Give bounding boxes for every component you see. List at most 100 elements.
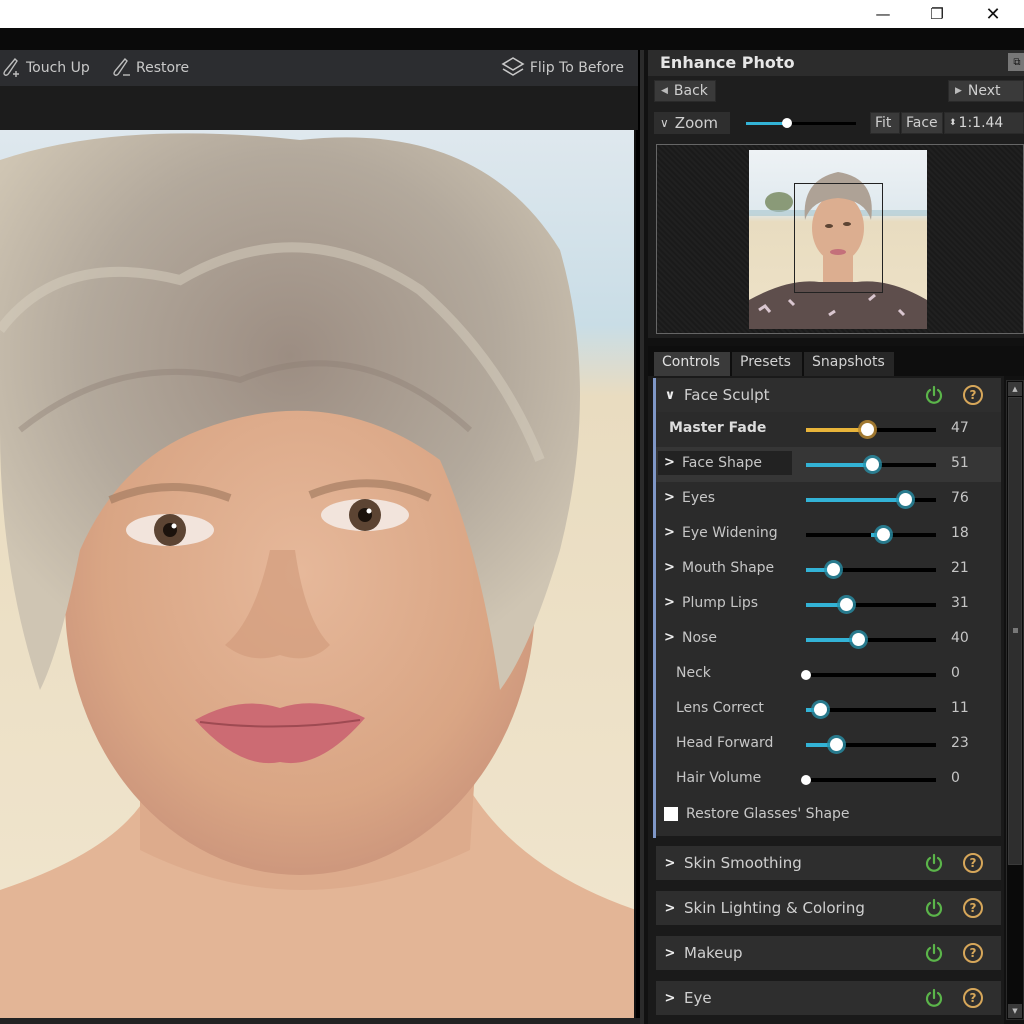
chevron-right-icon[interactable]: >: [664, 560, 675, 575]
slider-label: Mouth Shape: [682, 560, 775, 576]
slider-value: 76: [951, 490, 969, 506]
chevron-right-icon[interactable]: >: [664, 455, 675, 470]
slider[interactable]: [801, 775, 936, 785]
next-label: Next: [967, 83, 1001, 99]
slider-value: 31: [951, 595, 969, 611]
zoom-ratio-field[interactable]: ⬍ 1:1.44: [944, 112, 1024, 134]
scroll-down-button[interactable]: ▼: [1008, 1004, 1022, 1018]
section-eye[interactable]: > Eye ?: [656, 981, 1001, 1015]
section-face-sculpt[interactable]: ∨ Face Sculpt ?: [656, 378, 1001, 412]
section-title: Skin Lighting & Coloring: [684, 899, 865, 917]
slider[interactable]: [806, 738, 936, 751]
slider-knob[interactable]: [801, 775, 811, 785]
slider[interactable]: [806, 563, 936, 576]
help-icon[interactable]: ?: [963, 988, 983, 1008]
help-icon[interactable]: ?: [963, 898, 983, 918]
tab-controls[interactable]: Controls: [654, 352, 730, 376]
section-skin-lighting[interactable]: > Skin Lighting & Coloring ?: [656, 891, 1001, 925]
slider-label: Face Shape: [682, 455, 762, 471]
slider-knob[interactable]: [829, 738, 843, 751]
slider[interactable]: [801, 670, 936, 680]
slider[interactable]: [806, 493, 936, 506]
slider-knob[interactable]: [827, 563, 841, 576]
slider-row: Lens Correct 11: [656, 692, 1001, 727]
slider-knob[interactable]: [852, 633, 865, 646]
tab-snapshots[interactable]: Snapshots: [804, 352, 894, 376]
zoom-toggle[interactable]: ∨ Zoom: [654, 112, 730, 134]
master-fade-slider[interactable]: [806, 423, 936, 436]
photo-canvas[interactable]: [0, 130, 636, 1018]
restore-icon: ❐: [930, 5, 944, 23]
chevron-down-icon: ∨: [664, 387, 676, 403]
restore-label: Restore: [136, 60, 190, 76]
navigator-preview[interactable]: [656, 144, 1024, 334]
slider-knob[interactable]: [866, 458, 880, 471]
power-icon[interactable]: [924, 385, 944, 405]
slider[interactable]: [806, 598, 936, 611]
slider[interactable]: [806, 458, 936, 471]
zoom-slider[interactable]: [746, 118, 856, 128]
chevron-right-icon[interactable]: >: [664, 595, 675, 610]
back-button[interactable]: ◀ Back: [654, 80, 716, 102]
section-makeup[interactable]: > Makeup ?: [656, 936, 1001, 970]
tab-bar: Controls Presets Snapshots: [648, 346, 1024, 376]
tab-presets[interactable]: Presets: [732, 352, 802, 376]
power-icon[interactable]: [924, 853, 944, 873]
next-button[interactable]: ▶ Next: [948, 80, 1024, 102]
minimize-button[interactable]: —: [860, 0, 906, 28]
fit-button[interactable]: Fit: [870, 112, 900, 134]
slider-row: Neck 0: [656, 657, 1001, 692]
slider-knob[interactable]: [840, 598, 854, 611]
editor-toolbar: Touch Up Restore Flip To Before: [0, 50, 638, 86]
slider-knob[interactable]: [861, 423, 875, 436]
section-title: Face Sculpt: [684, 386, 770, 404]
close-window-button[interactable]: ✕: [970, 0, 1016, 28]
brush-minus-icon: [113, 57, 130, 76]
viewport-rectangle[interactable]: [794, 183, 883, 293]
enhance-photo-panel: Enhance Photo ⧉ ◀ Back ▶ Next ∨ Zoom Fit…: [640, 50, 1024, 1024]
flip-to-before-button[interactable]: Flip To Before: [500, 56, 624, 80]
restore-glasses-checkbox[interactable]: Restore Glasses' Shape: [664, 806, 850, 822]
controls-list: ∨ Face Sculpt ? Master Fade 47 > Face Sha…: [648, 376, 1004, 1024]
scroll-thumb[interactable]: [1008, 397, 1022, 865]
help-icon[interactable]: ?: [963, 853, 983, 873]
slider-row: > Plump Lips 31: [656, 587, 1001, 622]
checkbox[interactable]: [664, 807, 678, 821]
restore-glasses-label: Restore Glasses' Shape: [686, 806, 850, 822]
power-icon[interactable]: [924, 943, 944, 963]
slider-knob[interactable]: [876, 528, 890, 541]
back-label: Back: [673, 83, 708, 99]
slider[interactable]: [806, 528, 936, 541]
slider[interactable]: [806, 703, 936, 716]
chevron-right-icon[interactable]: >: [664, 630, 675, 645]
touch-up-button[interactable]: Touch Up: [0, 57, 90, 79]
spinner-icon[interactable]: ⬍: [949, 118, 957, 128]
slider[interactable]: [806, 633, 936, 646]
chevron-right-icon[interactable]: >: [664, 525, 675, 540]
chevron-right-icon: >: [664, 855, 676, 871]
zoom-slider-knob[interactable]: [781, 118, 792, 128]
slider-row: > Mouth Shape 21: [656, 552, 1001, 587]
power-icon[interactable]: [924, 898, 944, 918]
slider-knob[interactable]: [814, 703, 828, 716]
power-icon[interactable]: [924, 988, 944, 1008]
help-icon[interactable]: ?: [963, 385, 983, 405]
scroll-up-button[interactable]: ▲: [1008, 382, 1022, 396]
slider-label: Neck: [676, 665, 711, 681]
slider-knob[interactable]: [898, 493, 912, 506]
slider-value: 21: [951, 560, 969, 576]
face-button[interactable]: Face: [901, 112, 943, 134]
chevron-right-icon[interactable]: >: [664, 490, 675, 505]
section-skin-smoothing[interactable]: > Skin Smoothing ?: [656, 846, 1001, 880]
undock-button[interactable]: ⧉: [1008, 53, 1024, 71]
slider-knob[interactable]: [801, 670, 811, 680]
help-icon[interactable]: ?: [963, 943, 983, 963]
restore-button[interactable]: Restore: [110, 57, 189, 79]
preview-thumbnail: [749, 150, 927, 329]
zoom-slider-fill: [746, 122, 787, 125]
restore-window-button[interactable]: ❐: [914, 0, 960, 28]
close-icon: ✕: [985, 3, 1001, 25]
slider-value: 0: [951, 665, 960, 681]
portrait-photo: [0, 130, 634, 1018]
controls-scrollbar[interactable]: ▲ ▼: [1006, 380, 1024, 1020]
